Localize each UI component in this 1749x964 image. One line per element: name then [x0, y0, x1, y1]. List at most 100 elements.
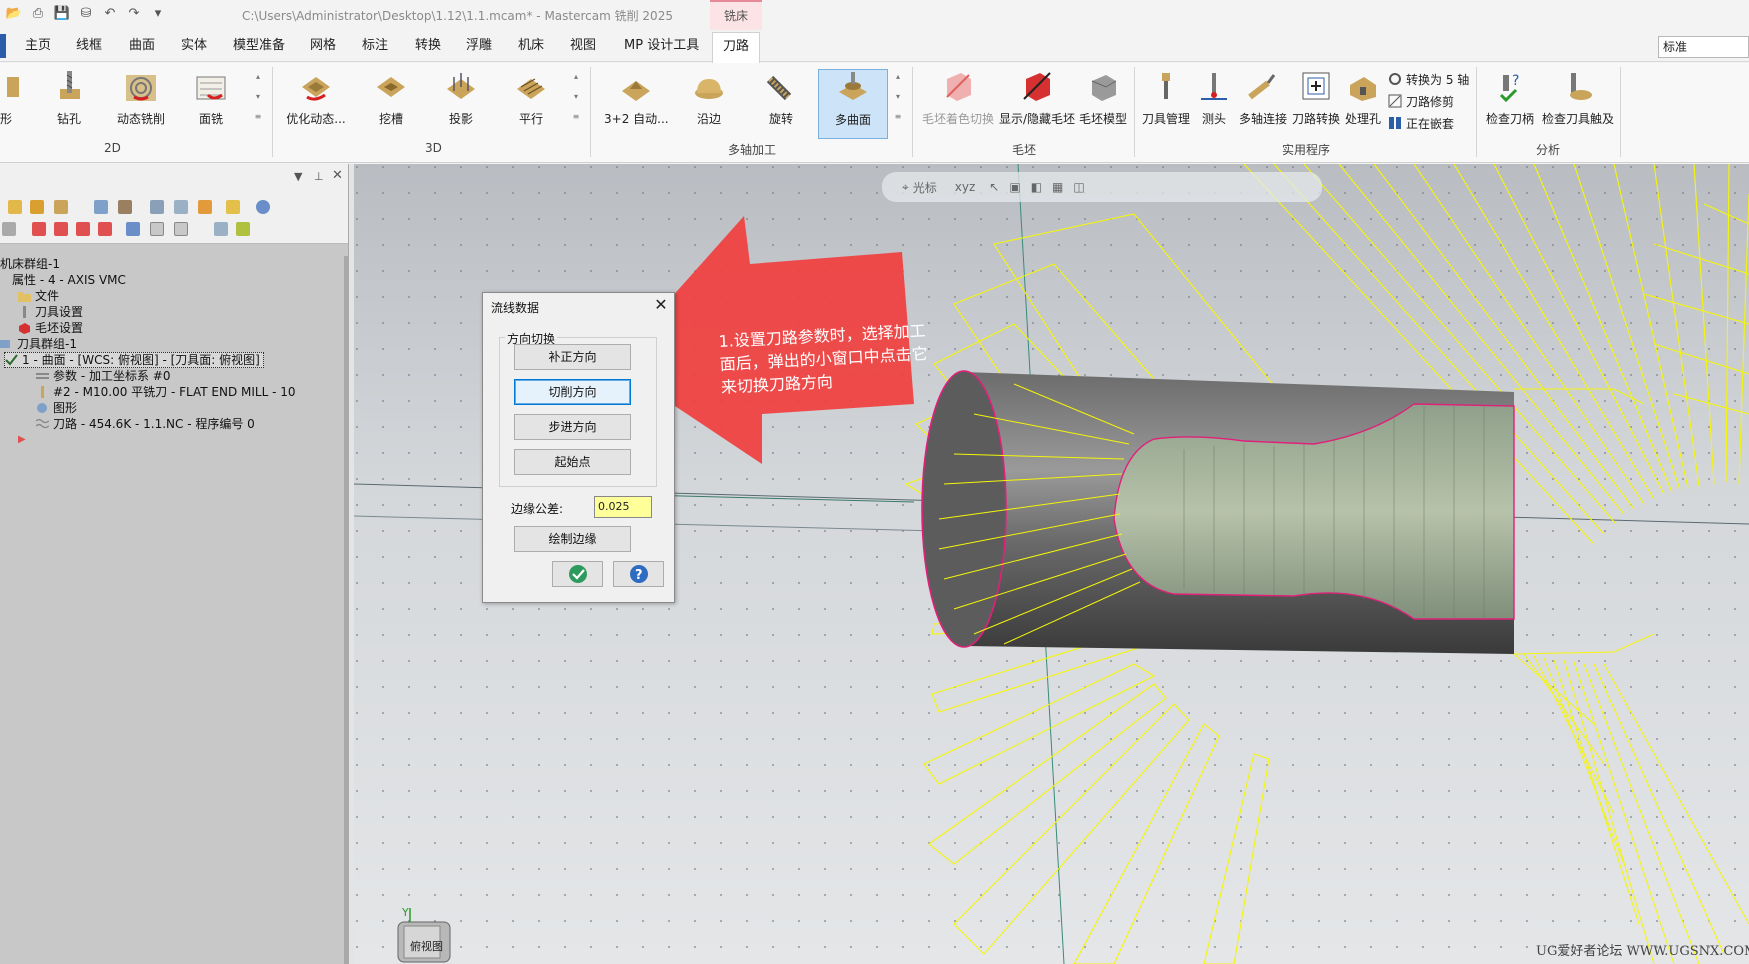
tab-solids[interactable]: 实体: [181, 30, 207, 62]
panel-dropdown-icon[interactable]: ▼: [294, 170, 302, 183]
lock-selection-icon[interactable]: ◫: [1073, 180, 1084, 194]
ribbon-button-nesting[interactable]: 正在嵌套: [1388, 113, 1454, 133]
ribbon-button-dynamic-mill[interactable]: 动态铣削: [112, 69, 170, 139]
move-up-icon[interactable]: [54, 222, 68, 236]
ribbon-button-3plus2-auto[interactable]: 3+2 自动...: [604, 69, 669, 139]
move-down-icon[interactable]: [32, 222, 46, 236]
dialog-close-icon[interactable]: ✕: [651, 295, 671, 314]
start-point-button[interactable]: 起始点: [514, 449, 631, 475]
ribbon-button-stock-shading[interactable]: 毛坯着色切换: [920, 69, 996, 139]
help-icon[interactable]: [256, 200, 270, 214]
tree-node-toolpath-group[interactable]: 刀具群组-1: [0, 336, 77, 352]
open-icon[interactable]: 📂: [4, 5, 24, 23]
lock-icon[interactable]: [2, 222, 16, 236]
ribbon-button-optimized-dynamic[interactable]: 优化动态...: [284, 69, 348, 139]
ribbon-button-parallel[interactable]: 平行: [510, 69, 552, 139]
simulator-icon[interactable]: [150, 200, 164, 214]
tree-node-parameters[interactable]: 参数 - 加工坐标系 #0: [36, 368, 170, 384]
display-all-icon[interactable]: [150, 222, 164, 236]
help-button[interactable]: ?: [613, 561, 664, 587]
ribbon-3d-scroll[interactable]: ▴ ▾ ≡: [570, 67, 582, 129]
tab-transform[interactable]: 转换: [415, 30, 441, 62]
view-standard-field[interactable]: 标准: [1658, 36, 1749, 58]
context-tab-mill[interactable]: 铣床: [710, 0, 762, 30]
tab-wireframe[interactable]: 线框: [76, 30, 102, 62]
redo-icon[interactable]: ↷: [124, 5, 144, 23]
view-cube[interactable]: Y 俯视图: [394, 906, 454, 964]
ribbon-button-toolpath-trim[interactable]: 刀路修剪: [1388, 91, 1454, 111]
ribbon-button-contour[interactable]: 形: [0, 69, 20, 139]
cut-direction-button[interactable]: 切削方向: [514, 379, 631, 405]
tab-dimension[interactable]: 标注: [362, 30, 388, 62]
select-mode-icon[interactable]: ▣: [1009, 180, 1020, 194]
display-options-icon[interactable]: [174, 222, 188, 236]
ribbon-button-swarf[interactable]: 沿边: [688, 69, 730, 139]
edge-tolerance-input[interactable]: 0.025: [594, 496, 652, 518]
tab-model-prep[interactable]: 模型准备: [233, 30, 285, 62]
ribbon-button-toolpath-transform[interactable]: 刀路转换: [1290, 69, 1342, 139]
ribbon-button-rotary[interactable]: 旋转: [760, 69, 802, 139]
ribbon-multiaxis-scroll[interactable]: ▴ ▾ ≡: [892, 67, 904, 129]
ribbon-button-drill[interactable]: 钻孔: [48, 69, 90, 139]
display-selected-icon[interactable]: [126, 222, 140, 236]
select-icon[interactable]: ↖: [989, 180, 999, 194]
ribbon-button-multisurface[interactable]: 多曲面: [818, 69, 888, 139]
ribbon-button-convert-5-axis[interactable]: 转换为 5 轴: [1388, 69, 1469, 89]
tree-node-geometry[interactable]: 图形: [36, 400, 77, 416]
ribbon-button-check-tool-reach[interactable]: 检查刀具触及: [1540, 69, 1616, 139]
ribbon-2d-scroll[interactable]: ▴ ▾ ≡: [252, 67, 264, 129]
tree-node-stock-setup[interactable]: 毛坯设置: [18, 320, 83, 336]
verify-icon[interactable]: [118, 200, 132, 214]
tree-node-operation-1[interactable]: 1 - 曲面 - [WCS: 俯视图] - [刀具面: 俯视图]: [4, 352, 264, 368]
tree-node-toolpath[interactable]: 刀路 - 454.6K - 1.1.NC - 程序编号 0: [36, 416, 255, 432]
window-select-icon[interactable]: ▦: [1052, 180, 1063, 194]
panel-close-icon[interactable]: ✕: [332, 168, 343, 183]
cursor-icon[interactable]: ⌖: [902, 180, 909, 195]
ribbon-button-project[interactable]: 投影: [440, 69, 482, 139]
file-menu-button[interactable]: [0, 34, 6, 58]
viewport-quick-toolbar[interactable]: ⌖ 光标 xyz ↖ ▣ ◧ ▦ ◫: [882, 172, 1322, 202]
tree-node-tool[interactable]: #2 - M10.00 平铣刀 - FLAT END MILL - 10: [36, 384, 296, 400]
select-all-icon[interactable]: [8, 200, 22, 214]
g1-icon[interactable]: [174, 200, 188, 214]
insert-arrow-icon[interactable]: [76, 222, 90, 236]
undo-icon[interactable]: ↶: [100, 5, 120, 23]
tab-surfaces[interactable]: 曲面: [129, 30, 155, 62]
tree-node-tool-settings[interactable]: 刀具设置: [18, 304, 83, 320]
ribbon-button-tool-manager[interactable]: 刀具管理: [1140, 69, 1192, 139]
ribbon-button-probe[interactable]: 测头: [1196, 69, 1232, 139]
expand-icon[interactable]: [214, 222, 228, 236]
tab-relief[interactable]: 浮雕: [466, 30, 492, 62]
xyz-label[interactable]: xyz: [955, 180, 976, 194]
panel-pin-icon[interactable]: ⊥: [314, 170, 324, 183]
ribbon-button-show-hide-stock[interactable]: 显示/隐藏毛坯: [998, 69, 1076, 139]
offset-direction-button[interactable]: 补正方向: [514, 344, 631, 370]
post-icon[interactable]: [198, 200, 212, 214]
regenerate-icon[interactable]: [54, 200, 68, 214]
filter-icon[interactable]: ◧: [1031, 180, 1042, 194]
ribbon-button-multiaxis-link[interactable]: 多轴连接: [1236, 69, 1290, 139]
ok-button[interactable]: [552, 561, 603, 587]
tab-mesh[interactable]: 网格: [310, 30, 336, 62]
simulate-icon[interactable]: [94, 200, 108, 214]
tab-home[interactable]: 主页: [25, 30, 51, 62]
ribbon-button-stock-model[interactable]: 毛坯模型: [1078, 69, 1128, 139]
tree-node-machine-group[interactable]: 机床群组-1: [0, 256, 60, 272]
tab-toolpaths[interactable]: 刀路: [712, 32, 761, 63]
tab-mp-design-tools[interactable]: MP 设计工具: [624, 30, 699, 62]
tree-node-properties[interactable]: 属性 - 4 - AXIS VMC: [2, 272, 126, 288]
tab-view[interactable]: 视图: [570, 30, 596, 62]
step-direction-button[interactable]: 步进方向: [514, 414, 631, 440]
print-icon[interactable]: ⎙: [28, 5, 48, 23]
save-as-icon[interactable]: ⛁: [76, 5, 96, 23]
ribbon-button-process-holes[interactable]: 处理孔: [1342, 69, 1384, 139]
save-icon[interactable]: 💾: [52, 5, 72, 23]
cursor-label[interactable]: 光标: [913, 179, 937, 196]
scroll-to-arrow-icon[interactable]: [98, 222, 112, 236]
tab-machine[interactable]: 机床: [518, 30, 544, 62]
ribbon-button-face[interactable]: 面铣: [190, 69, 232, 139]
draw-edge-button[interactable]: 绘制边缘: [514, 526, 631, 552]
customize-dropdown-icon[interactable]: ▾: [148, 5, 168, 23]
highfeed-icon[interactable]: [226, 200, 240, 214]
ribbon-button-check-holder[interactable]: ? 检查刀柄: [1482, 69, 1538, 139]
